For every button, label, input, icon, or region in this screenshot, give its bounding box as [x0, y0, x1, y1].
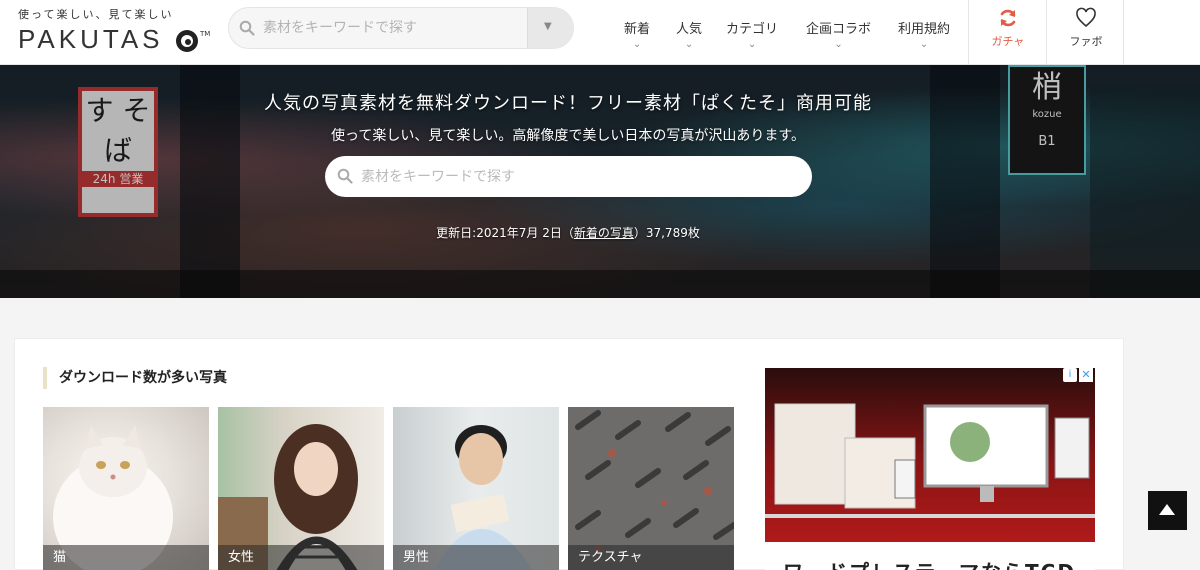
gacha-label: ガチャ [991, 35, 1025, 48]
ad-info-icon[interactable]: i [1063, 368, 1077, 382]
header-search-input[interactable] [263, 8, 523, 48]
nav-item-label: 人気 [676, 22, 703, 37]
ad-headline: ワードプレステーマならTCD [783, 556, 1076, 570]
ad-close-icon[interactable]: ✕ [1079, 368, 1093, 382]
photo-count: ）37,789枚 [633, 226, 700, 240]
section-title: ダウンロード数が多い写真 [43, 367, 227, 389]
chevron-down-icon: ⌄ [684, 39, 694, 50]
hero-search-input[interactable] [361, 156, 791, 197]
update-info: 更新日:2021年7月 2日（新着の写真）37,789枚 [0, 224, 1136, 241]
chevron-down-icon: ⌄ [747, 39, 757, 50]
refresh-icon [1000, 9, 1016, 27]
heart-icon [1076, 7, 1096, 28]
nav-item-label: 利用規約 [898, 22, 951, 37]
ad-devices-illustration [765, 403, 1095, 518]
nav-item-popular[interactable]: 人気 ⌄ [676, 18, 702, 50]
nav-item-category[interactable]: カテゴリ ⌄ [726, 18, 778, 50]
header-search: ▼ [228, 7, 574, 49]
nav-item-label: 企画コラボ [806, 22, 872, 37]
logo-text: PAKUTAS [18, 24, 164, 54]
photo-caption: 男性 [393, 545, 559, 570]
caret-down-icon: ▼ [544, 21, 552, 32]
chevron-down-icon: ⌄ [919, 39, 929, 50]
search-icon [239, 20, 255, 36]
nav-item-collab[interactable]: 企画コラボ ⌄ [806, 18, 871, 50]
site-logo[interactable]: 使って楽しい、見て楽しい PAKUTAS TM [18, 6, 211, 56]
main-content: ダウンロード数が多い写真 猫 女性 男性 テクスチャ i ✕ [14, 338, 1124, 570]
advertisement[interactable]: i ✕ ワードプレステーマならTCD [765, 368, 1095, 570]
new-photos-link[interactable]: 新着の写真 [574, 226, 634, 240]
photo-thumb-man[interactable]: 男性 [393, 407, 559, 570]
hero-title: 人気の写真素材を無料ダウンロード！フリー素材「ぱくたそ」商用可能 [264, 93, 872, 114]
gacha-button[interactable]: ガチャ [968, 0, 1046, 65]
favorites-label: ファボ [1069, 35, 1103, 48]
back-to-top-button[interactable] [1148, 491, 1187, 530]
photo-caption: 猫 [43, 545, 209, 570]
nav-item-label: 新着 [624, 22, 651, 37]
hero-search [325, 156, 812, 197]
search-icon [337, 168, 353, 184]
hero-banner: す そ ば 24h 営業 梢 kozue B1 人気の写真素材を無料ダウンロード… [0, 65, 1200, 298]
nav-item-new[interactable]: 新着 ⌄ [624, 18, 650, 50]
photo-thumb-woman[interactable]: 女性 [218, 407, 384, 570]
photo-thumb-cat[interactable]: 猫 [43, 407, 209, 570]
logo-tagline: 使って楽しい、見て楽しい [18, 8, 174, 21]
site-header: 使って楽しい、見て楽しい PAKUTAS TM ▼ 新着 ⌄ 人気 ⌄ カテゴリ… [0, 0, 1200, 65]
nav-item-label: カテゴリ [726, 22, 779, 37]
photo-thumb-texture[interactable]: テクスチャ [568, 407, 734, 570]
chevron-down-icon: ⌄ [632, 39, 642, 50]
logo-eye-icon [176, 30, 198, 52]
hero-subtitle: 使って楽しい、見て楽しい。高解像度で美しい日本の写真が沢山あります。 [331, 128, 805, 144]
ad-banner-image [765, 368, 1095, 542]
update-date: 更新日:2021年7月 2日（ [436, 226, 574, 240]
favorites-button[interactable]: ファボ [1046, 0, 1124, 65]
photo-caption: テクスチャ [568, 545, 734, 570]
nav-item-terms[interactable]: 利用規約 ⌄ [898, 18, 950, 50]
logo-trademark: TM [200, 30, 211, 38]
chevron-down-icon: ⌄ [834, 39, 843, 50]
photo-caption: 女性 [218, 545, 384, 570]
search-category-dropdown[interactable]: ▼ [527, 8, 573, 48]
